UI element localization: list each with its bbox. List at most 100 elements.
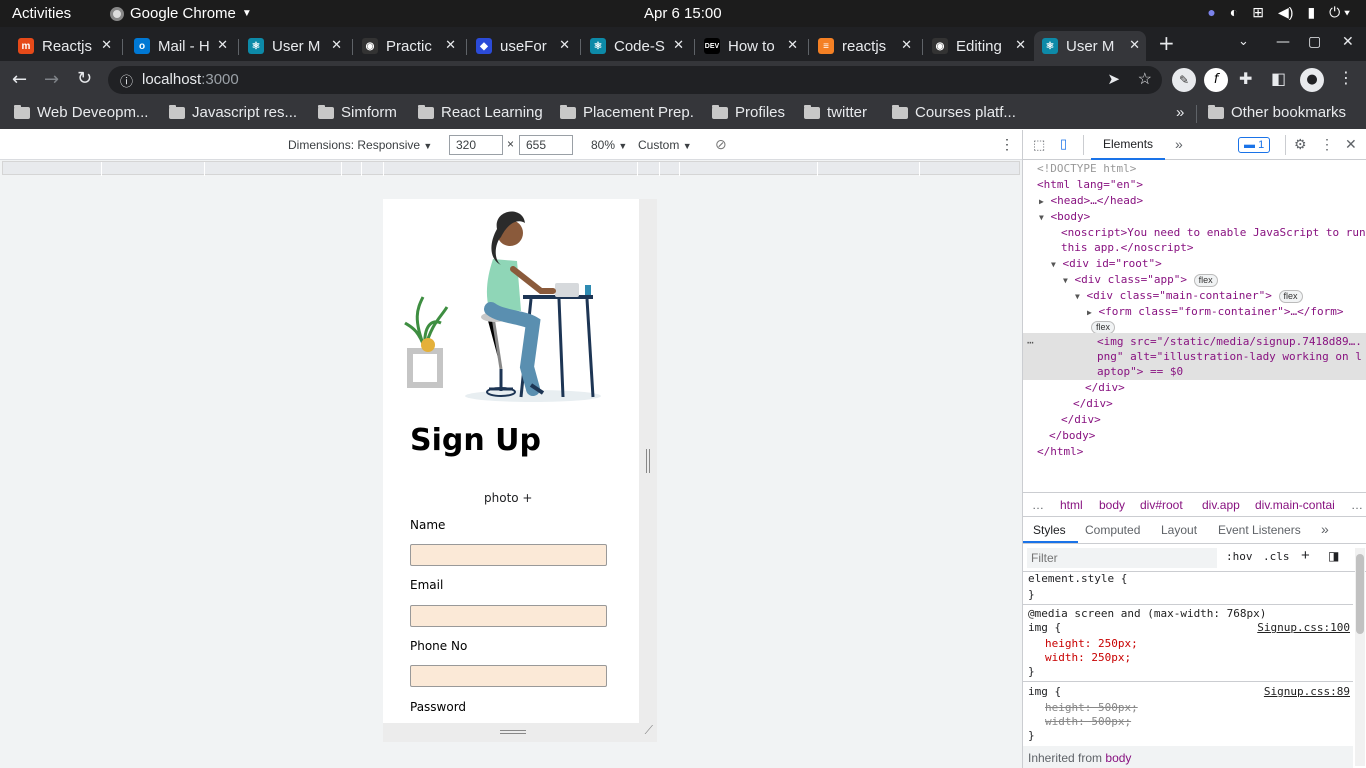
breadcrumb-item[interactable]: body [1099,498,1125,512]
formula-extension-icon[interactable]: f [1204,68,1228,92]
device-toggle-icon[interactable]: ▯ [1060,136,1067,152]
close-tab-icon[interactable]: ✕ [101,37,112,53]
back-icon[interactable]: ← [12,69,27,90]
bookmark-star-icon[interactable]: ☆ [1138,69,1152,89]
bookmark-folder[interactable]: Profiles [712,104,785,121]
browser-tab[interactable]: ◆ useFor ✕ [476,31,576,61]
styles-scrollbar[interactable] [1355,548,1365,766]
devtools-menu-icon[interactable]: ⋮ [1320,136,1334,153]
name-input[interactable] [410,544,607,566]
new-tab-icon[interactable]: + [1158,31,1175,55]
breadcrumb-item[interactable]: … [1351,498,1363,512]
browser-tab[interactable]: ◉ Editing ✕ [932,31,1032,61]
inherited-element[interactable]: body [1105,751,1131,765]
activities-button[interactable]: Activities [12,5,71,22]
site-info-icon[interactable]: ⓘ [120,71,133,90]
hov-toggle[interactable]: :hov [1226,550,1253,563]
chrome-menu-icon[interactable]: ⋮ [1338,68,1354,87]
phone-input[interactable] [410,665,607,687]
issues-badge[interactable]: ▬ 1 [1238,137,1271,153]
bookmark-folder[interactable]: Simform [318,104,397,121]
dom-line[interactable]: ▼ <div id="root"> [1051,256,1162,272]
bookmark-folder[interactable]: twitter [804,104,867,121]
dom-line[interactable]: </body> [1049,428,1095,443]
dom-line[interactable]: ▶ <form class="form-container">…</form> [1087,304,1344,320]
browser-tab[interactable]: o Mail - H ✕ [134,31,234,61]
styles-filter-input[interactable] [1027,548,1217,568]
teams-icon[interactable]: ● [1207,4,1215,21]
address-bar[interactable]: ⓘ localhost:3000 ➤ ☆ [108,66,1162,94]
profile-avatar[interactable]: ● [1300,68,1324,92]
height-input[interactable]: 655 [519,135,573,155]
app-menu[interactable]: Google Chrome ▼ [110,5,252,22]
media-query-ruler[interactable] [2,161,1020,176]
tab-styles[interactable]: Styles [1033,523,1066,537]
browser-tab[interactable]: ≡ reactjs ✕ [818,31,918,61]
style-rule[interactable]: element.style { [1028,572,1127,586]
close-devtools-icon[interactable]: ✕ [1345,136,1357,153]
resize-handle-right[interactable] [639,199,657,742]
system-tray[interactable]: ● ◐ ⊞ ◀) ▮ ⏻ ▾ [1207,4,1350,21]
dimensions-select[interactable]: Dimensions: Responsive ▼ [288,138,432,152]
breadcrumb-item[interactable]: div.app [1202,498,1240,512]
tab-layout[interactable]: Layout [1161,523,1197,537]
dom-line[interactable]: this app.</noscript> [1061,240,1193,255]
close-tab-icon[interactable]: ✕ [901,37,912,53]
node-actions-icon[interactable]: ⋯ [1027,335,1034,350]
computed-sidebar-icon[interactable]: ◨ [1328,549,1339,563]
dom-line[interactable]: ▼ <body> [1039,209,1090,225]
style-declaration-overridden[interactable]: width: 500px; [1045,715,1131,729]
browser-tab-active[interactable]: ⚛ User M ✕ [1034,31,1146,61]
resize-handle-bottom[interactable]: ⟋ [383,723,657,742]
browser-tab[interactable]: ◉ Practic ✕ [362,31,462,61]
dom-line[interactable]: </div> [1061,412,1101,427]
rotate-icon[interactable]: ⊘ [715,136,727,153]
style-declaration[interactable]: width: 250px; [1045,651,1131,665]
width-input[interactable]: 320 [449,135,503,155]
send-to-device-icon[interactable]: ➤ [1107,70,1120,88]
breadcrumb-item[interactable]: div.main-contai [1255,498,1335,512]
other-bookmarks-folder[interactable]: Other bookmarks [1208,104,1346,121]
style-selector[interactable]: img { [1028,685,1061,699]
more-tabs-icon[interactable]: » [1175,136,1183,152]
more-options-icon[interactable]: ⋮ [1000,136,1014,153]
eyedropper-extension-icon[interactable]: ✎ [1172,68,1196,92]
dom-line[interactable]: </html> [1037,444,1083,459]
breadcrumb-item[interactable]: div#root [1140,498,1183,512]
dom-line[interactable]: </div> [1073,396,1113,411]
tab-search-icon[interactable]: ⌄ [1238,34,1249,49]
selected-dom-node[interactable]: ⋯ <img src="/static/media/signup.7418d89… [1023,333,1366,380]
close-tab-icon[interactable]: ✕ [217,37,228,53]
close-tab-icon[interactable]: ✕ [787,37,798,53]
dom-line[interactable]: ▶ <head>…</head> [1039,193,1143,209]
tab-event-listeners[interactable]: Event Listeners [1218,523,1301,537]
style-selector[interactable]: img { [1028,621,1061,635]
close-tab-icon[interactable]: ✕ [1129,37,1140,53]
collapse-arrow-icon[interactable]: ▼ [1075,292,1080,301]
throttle-select[interactable]: Custom ▼ [638,138,692,152]
close-tab-icon[interactable]: ✕ [331,37,342,53]
clock[interactable]: Apr 6 15:00 [644,5,722,22]
style-source-link[interactable]: Signup.css:100 [1257,621,1350,634]
flex-badge[interactable]: flex [1193,274,1218,287]
bookmark-folder[interactable]: Placement Prep. [560,104,694,121]
expand-arrow-icon[interactable]: ▶ [1087,308,1092,317]
dom-line[interactable]: <!DOCTYPE html> [1037,161,1136,176]
reload-icon[interactable]: ↻ [77,68,92,89]
collapse-arrow-icon[interactable]: ▼ [1039,213,1044,222]
minimize-icon[interactable]: — [1276,34,1290,50]
more-bookmarks-icon[interactable]: » [1176,104,1184,121]
maximize-icon[interactable]: ▢ [1308,34,1321,50]
close-tab-icon[interactable]: ✕ [1015,37,1026,53]
inspect-icon[interactable]: ⬚ [1033,137,1045,153]
settings-gear-icon[interactable]: ⚙ [1294,136,1307,153]
browser-tab[interactable]: ⚛ User M ✕ [248,31,348,61]
email-input[interactable] [410,605,607,627]
collapse-arrow-icon[interactable]: ▼ [1051,260,1056,269]
bookmark-folder[interactable]: React Learning [418,104,543,121]
browser-tab[interactable]: m Reactjs ✕ [18,31,118,61]
side-panel-icon[interactable]: ◧ [1271,69,1286,88]
forward-icon[interactable]: → [44,69,59,90]
browser-tab[interactable]: ⚛ Code-S ✕ [590,31,690,61]
close-tab-icon[interactable]: ✕ [673,37,684,53]
